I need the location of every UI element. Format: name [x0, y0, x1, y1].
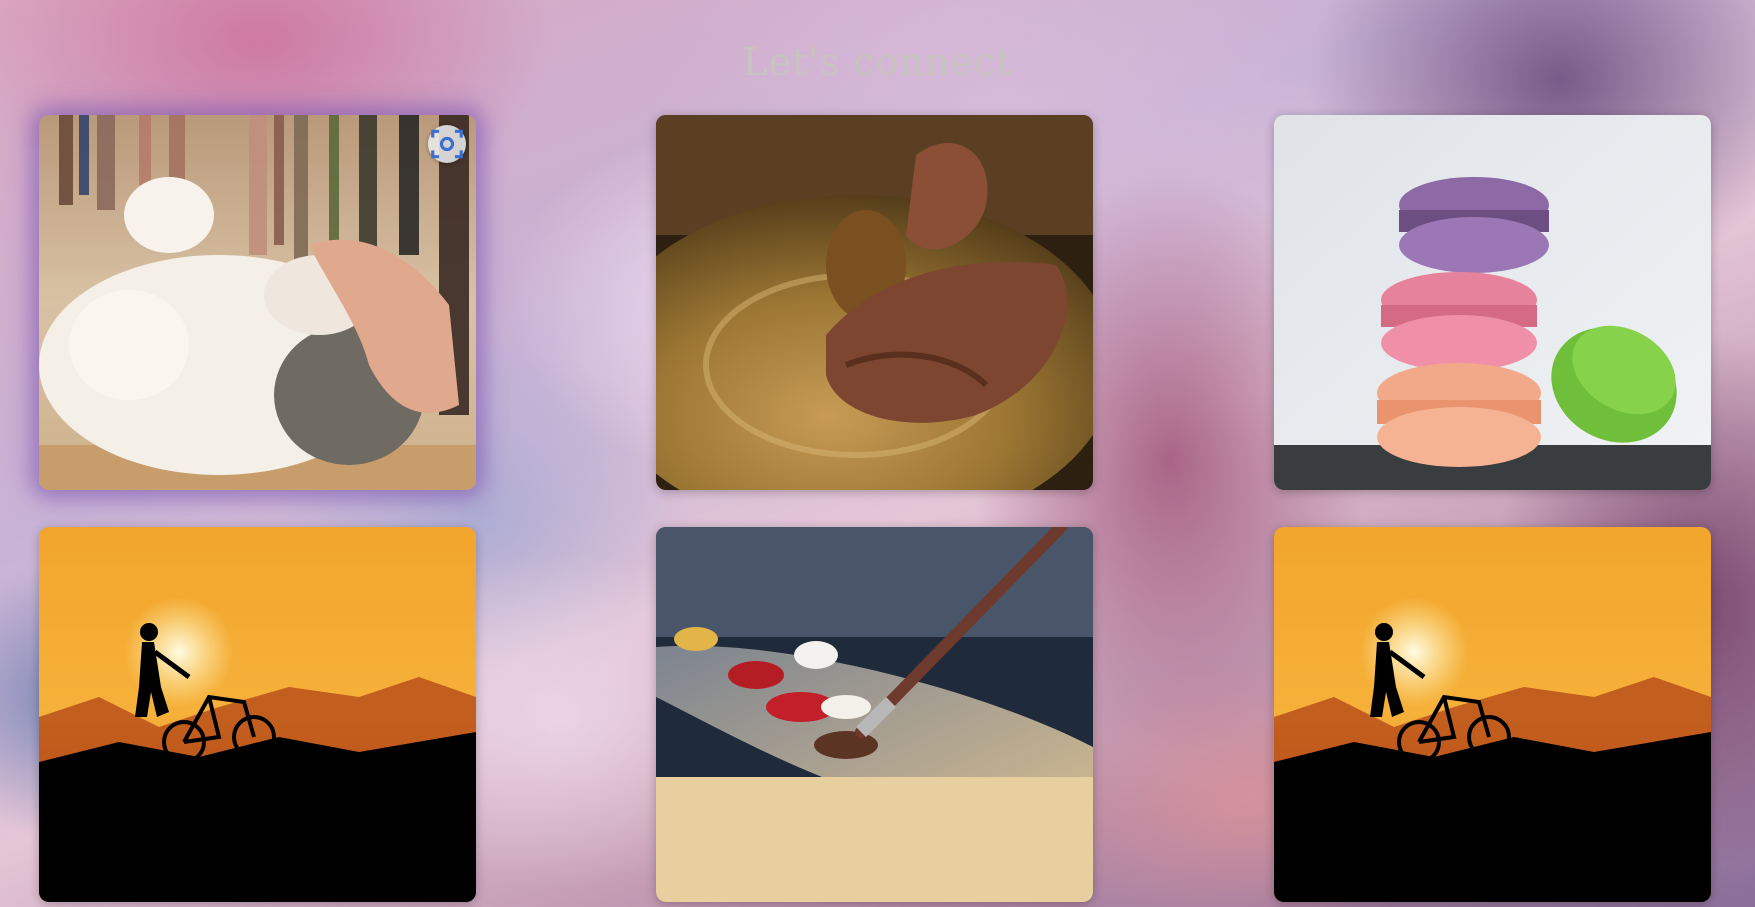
gallery-card-pottery[interactable] — [656, 115, 1093, 490]
pottery-image — [656, 115, 1093, 490]
cyclist-image — [1274, 527, 1711, 902]
gallery-card-cat[interactable] — [39, 115, 476, 490]
gallery-card-painting[interactable] — [656, 527, 1093, 902]
macarons-image — [1274, 115, 1711, 490]
page-title: Let's connect — [742, 40, 1013, 84]
palette-image — [656, 527, 1093, 902]
cyclist-image — [39, 527, 476, 902]
gallery-card-macarons[interactable] — [1274, 115, 1711, 490]
gallery-card-cyclist[interactable] — [39, 527, 476, 902]
gallery-card-cyclist-2[interactable] — [1274, 527, 1711, 902]
cat-image — [39, 115, 476, 490]
visual-search-button[interactable] — [428, 125, 466, 163]
visual-search-icon — [431, 129, 463, 159]
